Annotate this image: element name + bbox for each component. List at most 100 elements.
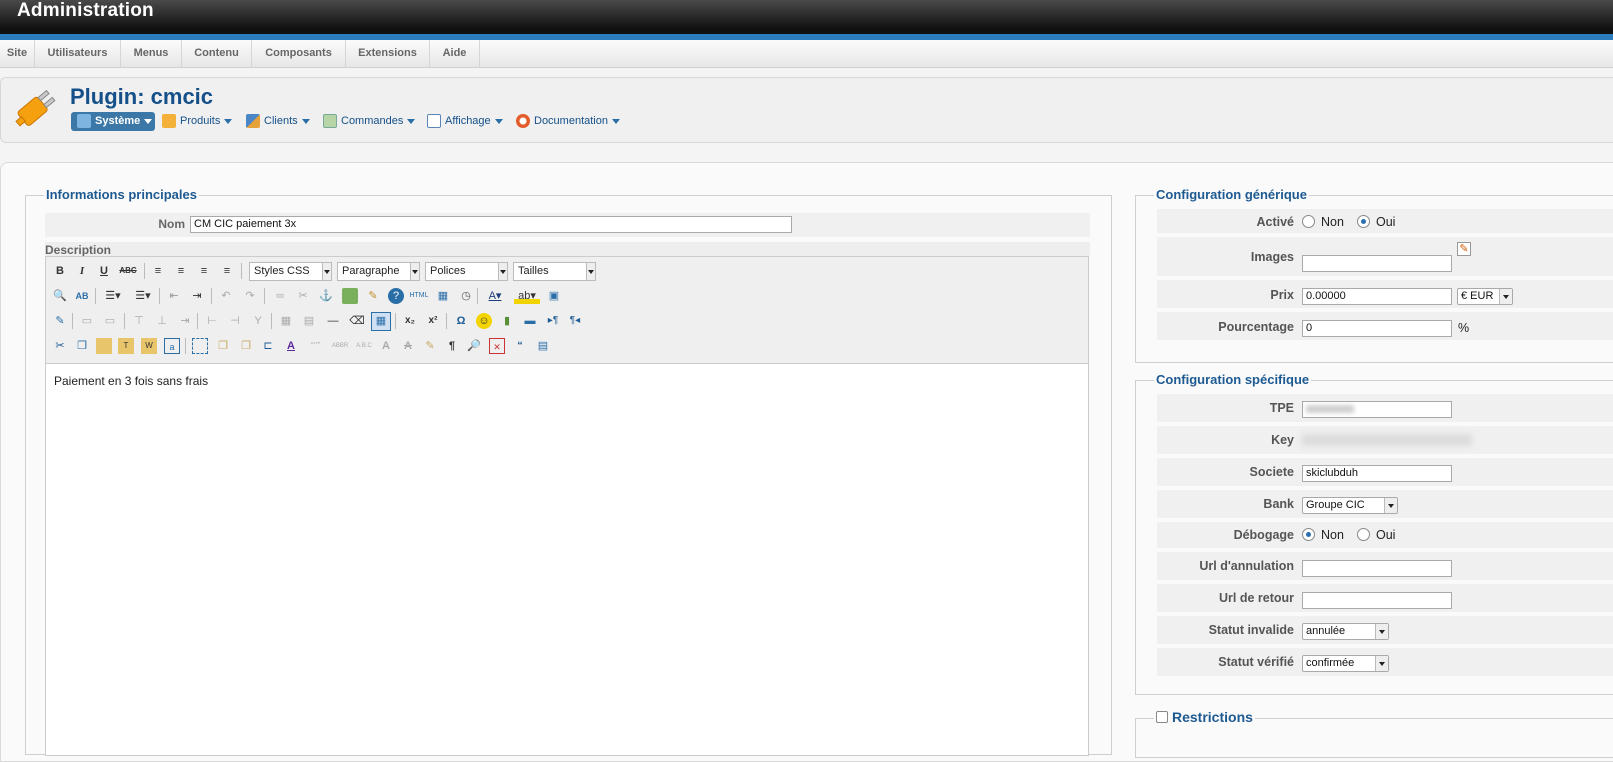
strikethrough-button[interactable]: ABC xyxy=(118,263,138,279)
insert-col-after-icon[interactable]: ⊣ xyxy=(227,313,243,329)
table-icon[interactable]: ▦ xyxy=(371,312,391,331)
attributes-icon[interactable]: ✎ xyxy=(422,338,438,354)
pagebreak-icon[interactable]: ▬ xyxy=(522,313,538,329)
insert-col-before-icon[interactable]: ⊢ xyxy=(204,313,220,329)
paste-word-icon[interactable]: W xyxy=(141,338,157,354)
outdent-icon[interactable]: ⇤ xyxy=(166,288,182,304)
delete-col-icon[interactable]: Y xyxy=(250,313,266,329)
deletion-icon[interactable]: A xyxy=(400,338,416,354)
ltr-icon[interactable]: ▸¶ xyxy=(544,313,562,329)
cleanup-icon[interactable]: ✎ xyxy=(365,288,381,304)
highlight-icon[interactable]: ab▾ xyxy=(514,288,540,304)
emoticon-icon[interactable]: ☺ xyxy=(476,313,492,329)
horizontal-rule-icon[interactable]: — xyxy=(325,313,341,329)
cut-icon[interactable]: ✂ xyxy=(52,338,68,354)
edit-image-icon[interactable]: ✎ xyxy=(1457,242,1471,256)
return-url-input[interactable] xyxy=(1302,592,1452,609)
absolute-icon[interactable]: ⊏ xyxy=(260,338,276,354)
menu-products[interactable]: Produits xyxy=(162,112,233,131)
row-props-icon[interactable]: ▭ xyxy=(79,313,95,329)
select-all-icon[interactable]: a xyxy=(164,338,180,354)
font-select[interactable]: Polices xyxy=(425,262,508,281)
acronym-icon[interactable]: A.B.C xyxy=(354,338,374,354)
paste-icon[interactable] xyxy=(96,338,112,354)
paste-text-icon[interactable]: T xyxy=(118,338,134,354)
time-icon[interactable]: ◷ xyxy=(458,288,474,304)
rtl-icon[interactable]: ¶◂ xyxy=(566,313,584,329)
undo-icon[interactable]: ↶ xyxy=(218,288,234,304)
blockquote-icon[interactable]: “ xyxy=(512,338,528,354)
superscript-icon[interactable]: x² xyxy=(425,313,441,329)
anchor-icon[interactable]: ⚓ xyxy=(318,288,334,304)
link-icon[interactable]: ∞ xyxy=(272,288,288,304)
eraser-icon[interactable]: ⌫ xyxy=(349,313,365,329)
menu-users[interactable]: Utilisateurs xyxy=(35,40,121,67)
menu-clients[interactable]: Clients xyxy=(246,112,310,131)
bank-select[interactable]: Groupe CIC xyxy=(1302,497,1398,514)
preview-icon[interactable]: 🔎 xyxy=(466,338,482,354)
menu-display[interactable]: Affichage xyxy=(427,112,503,131)
find-icon[interactable]: 🔍 xyxy=(52,288,68,304)
move-forward-icon[interactable]: ❐ xyxy=(215,338,231,354)
active-no-radio[interactable] xyxy=(1302,215,1315,228)
split-cells-icon[interactable]: ▦ xyxy=(278,313,294,329)
cite-icon[interactable]: “‘’” xyxy=(306,338,325,354)
bold-button[interactable]: B xyxy=(52,263,68,279)
align-center-icon[interactable]: ≡ xyxy=(173,263,189,279)
menu-documentation[interactable]: Documentation xyxy=(516,112,620,131)
align-left-icon[interactable]: ≡ xyxy=(150,263,166,279)
insert-layer-icon[interactable] xyxy=(192,338,208,354)
font-color-icon[interactable]: A▾ xyxy=(484,288,506,304)
tpe-input[interactable] xyxy=(1302,401,1452,418)
insert-row-after-icon[interactable]: ⊥ xyxy=(154,313,170,329)
fullscreen-icon[interactable]: ▣ xyxy=(546,288,562,304)
menu-system[interactable]: Système xyxy=(71,112,155,131)
special-char-icon[interactable]: Ω xyxy=(453,313,469,329)
template-insert-icon[interactable]: ▤ xyxy=(535,338,551,354)
menu-components[interactable]: Composants xyxy=(252,40,346,67)
image-icon[interactable] xyxy=(342,288,358,304)
company-input[interactable]: skiclubduh xyxy=(1302,465,1452,482)
price-input[interactable]: 0.00000 xyxy=(1302,288,1452,305)
move-backward-icon[interactable]: ❐ xyxy=(238,338,254,354)
edit-icon[interactable]: ✎ xyxy=(52,313,68,329)
redo-icon[interactable]: ↷ xyxy=(242,288,258,304)
subscript-icon[interactable]: x₂ xyxy=(402,313,418,329)
abbr-icon[interactable]: ABBR xyxy=(330,338,350,354)
name-input[interactable]: CM CIC paiement 3x xyxy=(190,216,792,233)
align-right-icon[interactable]: ≡ xyxy=(196,263,212,279)
copy-icon[interactable]: ❐ xyxy=(74,338,90,354)
menu-content[interactable]: Contenu xyxy=(182,40,252,67)
style-props-icon[interactable]: A xyxy=(283,338,299,354)
media-icon[interactable]: ▮ xyxy=(499,313,515,329)
menu-extensions[interactable]: Extensions xyxy=(346,40,430,67)
html-icon[interactable]: HTML xyxy=(409,288,429,304)
replace-icon[interactable]: AB xyxy=(74,288,90,304)
debug-no-radio[interactable] xyxy=(1302,528,1315,541)
template-icon[interactable]: ✕ xyxy=(489,338,505,354)
menu-site[interactable]: Site xyxy=(0,40,35,67)
styles-select[interactable]: Styles CSS xyxy=(249,262,332,281)
insert-row-before-icon[interactable]: ⊤ xyxy=(131,313,147,329)
delete-row-icon[interactable]: ⇥ xyxy=(177,313,193,329)
menu-orders[interactable]: Commandes xyxy=(323,112,416,131)
underline-button[interactable]: U xyxy=(96,263,112,279)
invalid-status-select[interactable]: annulée xyxy=(1302,623,1389,640)
size-select[interactable]: Tailles xyxy=(513,262,596,281)
italic-button[interactable]: I xyxy=(74,263,90,279)
debug-yes-radio[interactable] xyxy=(1357,528,1370,541)
restrictions-checkbox[interactable] xyxy=(1156,711,1168,723)
align-justify-icon[interactable]: ≡ xyxy=(219,263,235,279)
menu-menus[interactable]: Menus xyxy=(121,40,182,67)
help-icon[interactable]: ? xyxy=(388,288,404,304)
numbered-list-icon[interactable]: ☰▾ xyxy=(132,288,154,304)
images-input[interactable] xyxy=(1302,255,1452,272)
format-select[interactable]: Paragraphe xyxy=(337,262,420,281)
cell-props-icon[interactable]: ▭ xyxy=(102,313,118,329)
cancel-url-input[interactable] xyxy=(1302,560,1452,577)
merge-cells-icon[interactable]: ▤ xyxy=(301,313,317,329)
unlink-icon[interactable]: ✂ xyxy=(295,288,311,304)
insertion-icon[interactable]: A xyxy=(378,338,394,354)
editor-content[interactable]: Paiement en 3 fois sans frais xyxy=(54,374,208,388)
active-yes-radio[interactable] xyxy=(1357,215,1370,228)
